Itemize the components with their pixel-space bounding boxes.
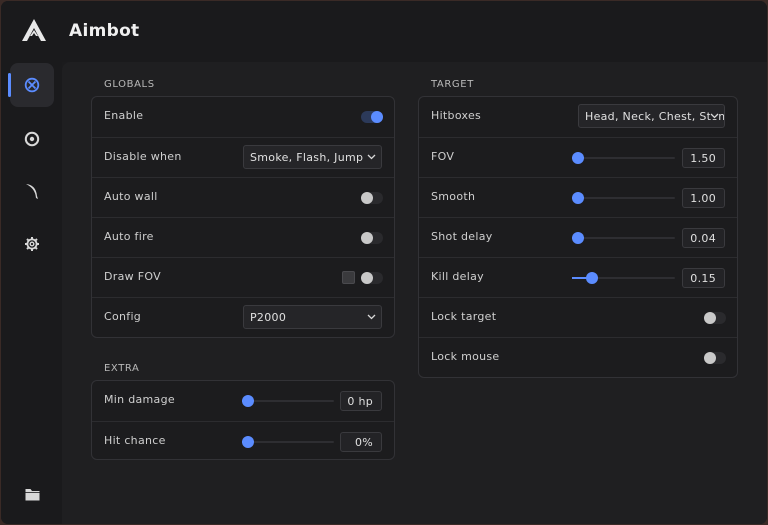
auto-wall-label: Auto wall [104,190,158,203]
sidebar [1,62,62,524]
lock-mouse-toggle[interactable] [704,352,726,364]
toggle-knob [704,312,716,324]
chevron-down-icon [367,154,376,160]
folder-icon [25,488,39,500]
row-fov: FOV 1.50 [419,137,737,177]
draw-fov-color-swatch[interactable] [342,271,355,284]
row-kill-delay: Kill delay 0.15 [419,257,737,297]
section-label-extra: EXTRA [104,363,140,374]
smooth-label: Smooth [431,190,476,203]
fov-slider[interactable] [572,152,675,164]
extra-card: Min damage 0 hp Hit chance 0% [91,380,395,460]
aimbot-logo-icon [22,19,46,41]
chevron-down-icon [710,112,719,119]
gear-icon [25,237,39,251]
smooth-value[interactable]: 1.00 [682,188,725,208]
kill-delay-value[interactable]: 0.15 [682,268,725,288]
min-damage-slider[interactable] [242,395,334,407]
slider-thumb[interactable] [572,192,584,204]
toggle-knob [361,232,373,244]
disable-when-value: Smoke, Flash, Jump [250,151,364,164]
shot-delay-slider[interactable] [572,232,675,244]
config-value: P2000 [250,311,287,324]
toggle-knob [704,352,716,364]
kill-delay-label: Kill delay [431,270,484,283]
shot-delay-label: Shot delay [431,230,493,243]
row-lock-mouse: Lock mouse [419,337,737,377]
enable-label: Enable [104,109,144,122]
lock-mouse-label: Lock mouse [431,350,500,363]
row-draw-fov: Draw FOV [92,257,394,297]
hitboxes-dropdown[interactable]: Head, Neck, Chest, Stomach [578,104,725,128]
auto-wall-toggle[interactable] [361,192,383,204]
slider-thumb[interactable] [242,395,254,407]
slider-track [242,441,334,443]
enable-toggle[interactable] [361,111,383,123]
hit-chance-label: Hit chance [104,434,166,447]
lock-target-label: Lock target [431,310,497,323]
globals-card: Enable Disable when Smoke, Flash, Jump A… [91,96,395,338]
hit-chance-slider[interactable] [242,436,334,448]
slider-track [572,157,675,159]
sidebar-item-skins[interactable] [10,169,54,213]
knife-icon [26,184,38,199]
chevron-down-icon [367,314,376,320]
hitboxes-label: Hitboxes [431,109,482,122]
row-lock-target: Lock target [419,297,737,337]
slider-track [572,237,675,239]
slider-thumb[interactable] [242,436,254,448]
row-auto-fire: Auto fire [92,217,394,257]
lock-target-toggle[interactable] [704,312,726,324]
slider-thumb[interactable] [572,152,584,164]
toggle-knob [371,111,383,123]
title-bar: Aimbot [1,1,767,62]
sidebar-item-aimbot[interactable] [8,63,54,107]
row-auto-wall: Auto wall [92,177,394,217]
slider-thumb[interactable] [586,272,598,284]
slider-track [242,400,334,402]
draw-fov-label: Draw FOV [104,270,161,283]
row-shot-delay: Shot delay 0.04 [419,217,737,257]
row-config: Config P2000 [92,297,394,337]
draw-fov-toggle[interactable] [361,272,383,284]
disable-when-dropdown[interactable]: Smoke, Flash, Jump [243,145,382,169]
slider-track [572,197,675,199]
disable-when-label: Disable when [104,150,182,163]
sidebar-item-visuals[interactable] [10,117,54,161]
hitboxes-value: Head, Neck, Chest, Stomach [585,110,724,123]
toggle-knob [361,192,373,204]
section-label-globals: GLOBALS [104,79,155,90]
row-hit-chance: Hit chance 0% [92,421,394,461]
min-damage-value[interactable]: 0 hp [340,391,382,411]
target-card: Hitboxes Head, Neck, Chest, Stomach FOV … [418,96,738,378]
sidebar-item-settings[interactable] [10,222,54,266]
shot-delay-value[interactable]: 0.04 [682,228,725,248]
row-smooth: Smooth 1.00 [419,177,737,217]
config-label: Config [104,310,142,323]
row-min-damage: Min damage 0 hp [92,381,394,421]
page-title: Aimbot [69,21,140,41]
row-enable: Enable [92,97,394,137]
min-damage-label: Min damage [104,393,175,406]
slider-thumb[interactable] [572,232,584,244]
auto-fire-label: Auto fire [104,230,154,243]
kill-delay-slider[interactable] [572,272,675,284]
smooth-slider[interactable] [572,192,675,204]
app-window: Aimbot GLOBALS Enable Disable when Smoke… [1,1,767,524]
sidebar-item-configs[interactable] [10,472,54,516]
section-label-target: TARGET [431,79,474,90]
auto-fire-toggle[interactable] [361,232,383,244]
row-hitboxes: Hitboxes Head, Neck, Chest, Stomach [419,97,737,137]
main-content: GLOBALS Enable Disable when Smoke, Flash… [62,62,767,524]
fov-value[interactable]: 1.50 [682,148,725,168]
hit-chance-value[interactable]: 0% [340,432,382,452]
toggle-knob [361,272,373,284]
fov-label: FOV [431,150,455,163]
row-disable-when: Disable when Smoke, Flash, Jump [92,137,394,177]
eye-icon [24,131,40,147]
crosshair-icon [24,77,40,93]
config-dropdown[interactable]: P2000 [243,305,382,329]
